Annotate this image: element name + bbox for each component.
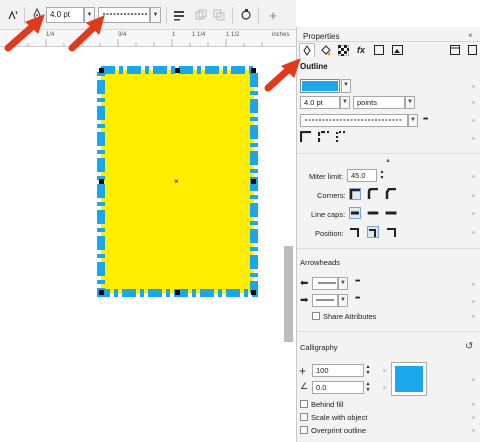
end-arrowhead-select[interactable] [312, 294, 338, 307]
outline-width-input[interactable]: 4.0 pt [300, 96, 340, 109]
outline-width-dropdown[interactable]: ▼ [84, 7, 95, 23]
alignment-icon[interactable] [170, 6, 188, 24]
start-arrow-icon: ⬅ [300, 278, 309, 289]
corner-style-dotted-icon[interactable] [335, 130, 348, 143]
ruler-unit-label: inches [272, 32, 290, 38]
outline-pen-toggle-icon[interactable] [4, 6, 22, 24]
position-label: Position: [315, 229, 344, 238]
corner-bevel-icon[interactable] [385, 187, 397, 200]
tab-outline-pen-icon[interactable] [299, 43, 315, 57]
cap-square-icon[interactable] [385, 207, 397, 219]
ruler-label: 3/4 [118, 32, 127, 38]
ruler-label: 1 [172, 32, 176, 38]
miter-spinner[interactable]: ▲ ▼ [378, 169, 386, 182]
position-outside-icon[interactable] [349, 226, 361, 238]
position-center-icon[interactable] [367, 226, 379, 238]
selection-handle[interactable] [99, 290, 104, 295]
corners-label: Corners: [317, 191, 346, 200]
behind-fill-label: Behind fill [311, 400, 344, 409]
tab-transparency-icon[interactable] [335, 43, 351, 57]
corner-style-solid-icon[interactable] [299, 130, 312, 143]
stretch-spinner[interactable]: ▲ ▼ [364, 364, 372, 377]
corner-style-dashed-icon[interactable] [317, 130, 330, 143]
ruler-label: 1 1/2 [226, 32, 240, 38]
width-unit-dropdown[interactable]: ▼ [405, 96, 415, 109]
cap-butt-icon[interactable] [349, 207, 361, 219]
line-style-dropdown[interactable]: ▼ [408, 114, 418, 127]
position-inside-icon[interactable] [385, 226, 397, 238]
miter-limit-input[interactable]: 45.0 [347, 169, 377, 182]
share-attributes-checkbox[interactable] [312, 312, 320, 320]
stretch-icon: + [299, 364, 307, 378]
center-marker-icon: × [174, 177, 179, 186]
ruler-label: 1/4 [46, 32, 55, 38]
arrowheads-title: Arrowheads [300, 258, 341, 267]
selection-handle[interactable] [175, 290, 180, 295]
convert-to-curves-icon[interactable] [237, 6, 255, 24]
outline-width-dropdown[interactable]: ▼ [340, 96, 350, 109]
tab-frame-icon[interactable] [371, 43, 387, 57]
collapse-arrow-icon[interactable]: ▲ [385, 158, 391, 164]
angle-spinner[interactable]: ▲ ▼ [364, 381, 372, 394]
selection-handle[interactable] [99, 179, 104, 184]
cap-round-icon[interactable] [367, 207, 379, 219]
to-back-icon[interactable] [210, 6, 228, 24]
outline-color-dropdown[interactable]: ▼ [341, 79, 351, 93]
corner-round-icon[interactable] [367, 187, 379, 200]
close-icon[interactable]: × [468, 31, 473, 40]
end-arrowhead-dropdown[interactable]: ▼ [338, 294, 348, 307]
behind-fill-checkbox[interactable] [300, 400, 308, 408]
tab-page-icon[interactable] [464, 43, 480, 57]
vertical-scrollbar[interactable] [284, 246, 293, 342]
line-style-field[interactable] [98, 7, 150, 23]
start-arrowhead-options-button[interactable]: ••• [355, 278, 360, 285]
more-options-button[interactable]: ••• [423, 116, 428, 123]
scale-with-object-label: Scale with object [311, 413, 368, 422]
start-arrowhead-dropdown[interactable]: ▼ [338, 277, 348, 290]
line-style-select[interactable] [300, 114, 408, 127]
calligraphy-preview[interactable] [391, 362, 427, 396]
add-button[interactable]: + [264, 6, 282, 24]
end-arrow-icon: ➡ [300, 295, 309, 306]
miter-limit-label: Miter limit: [309, 172, 344, 181]
end-arrowhead-options-button[interactable]: ••• [355, 295, 360, 302]
outline-pen-icon[interactable] [28, 6, 46, 24]
overprint-outline-checkbox[interactable] [300, 426, 308, 434]
selection-handle[interactable] [251, 290, 256, 295]
corner-miter-icon[interactable] [349, 188, 361, 200]
width-unit-select[interactable]: points [353, 96, 405, 109]
overprint-outline-label: Overprint outline [311, 426, 367, 435]
tab-window-icon[interactable] [447, 43, 463, 57]
outline-width-field[interactable]: 4.0 pt [46, 7, 84, 23]
line-style-dropdown[interactable]: ▼ [150, 7, 161, 23]
panel-title: Properties [303, 32, 340, 41]
calligraphy-angle-input[interactable]: 0.0 [312, 381, 364, 394]
tab-image-icon[interactable] [389, 43, 405, 57]
selection-handle[interactable] [99, 68, 104, 73]
property-bar: 4.0 pt ▼ ▼ + [0, 0, 296, 30]
horizontal-ruler: 1/4 3/4 1 1 1/4 1 1/2 inches [0, 30, 296, 47]
scale-with-object-checkbox[interactable] [300, 413, 308, 421]
calligraphy-title: Calligraphy [300, 343, 338, 352]
outline-section-title: Outline [300, 62, 328, 71]
selection-handle[interactable] [251, 68, 256, 73]
selection-handle[interactable] [175, 68, 180, 73]
to-front-icon[interactable] [192, 6, 210, 24]
line-caps-label: Line caps: [311, 210, 346, 219]
tab-effects-icon[interactable]: fx [353, 43, 369, 57]
calligraphy-stretch-input[interactable]: 100 [312, 364, 364, 377]
ruler-label: 1 1/4 [192, 32, 206, 38]
outline-color-swatch[interactable] [300, 79, 340, 93]
reset-icon[interactable]: ↺ [465, 341, 473, 352]
share-attributes-label: Share Attributes [323, 312, 377, 321]
tab-fill-icon[interactable] [317, 43, 333, 57]
start-arrowhead-select[interactable] [312, 277, 338, 290]
angle-icon: ∠ [300, 381, 309, 391]
selection-handle[interactable] [251, 179, 256, 184]
